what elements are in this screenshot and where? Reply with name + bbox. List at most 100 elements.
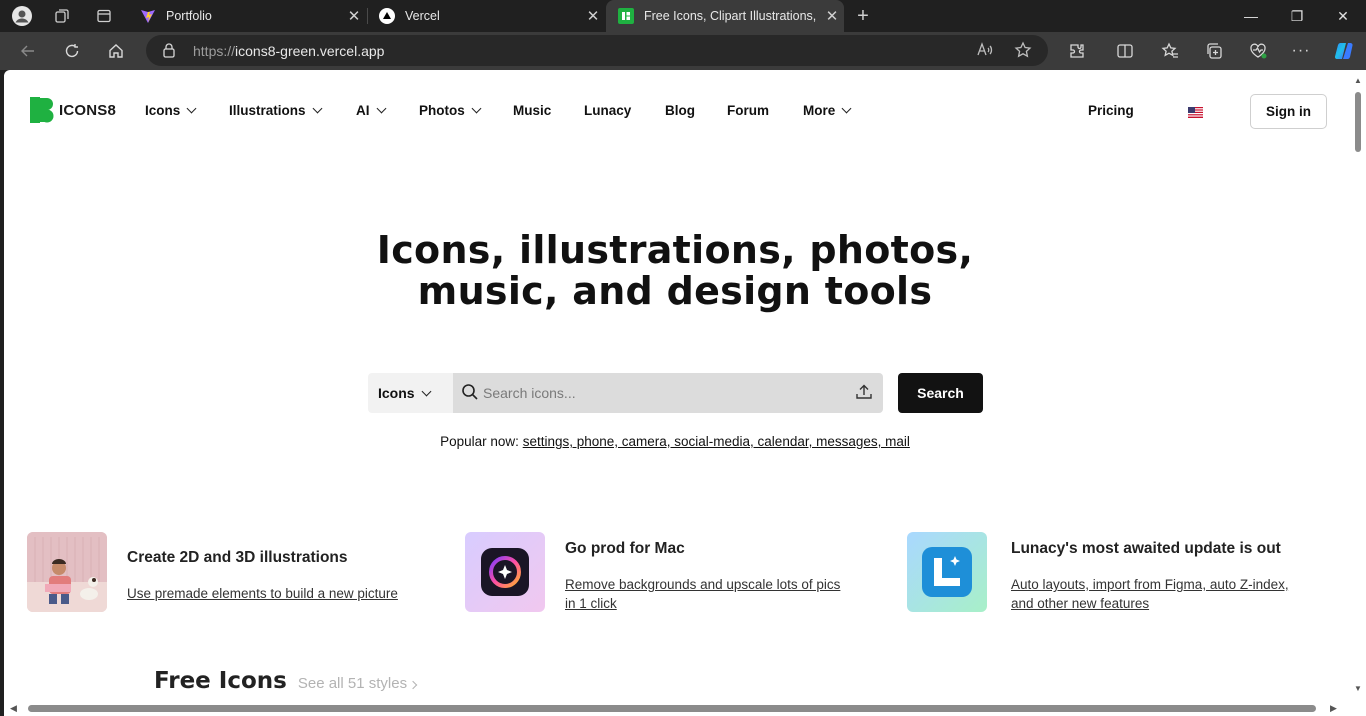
search-type-label: Icons <box>378 385 415 401</box>
mac-app-thumbnail <box>465 532 545 612</box>
horizontal-scroll-thumb[interactable] <box>28 705 1316 712</box>
free-icons-section-header: Free Icons See all 51 styles <box>154 668 418 694</box>
promo-link-line-2: and other new features <box>1011 596 1150 611</box>
hero-line-1: Icons, illustrations, photos, <box>376 228 974 272</box>
home-button[interactable] <box>100 36 132 66</box>
nav-photos[interactable]: Photos <box>419 103 482 118</box>
refresh-button[interactable] <box>56 36 88 66</box>
collections-icon[interactable] <box>1198 36 1230 66</box>
site-header: ICONS8 Icons Illustrations AI Photos Mus… <box>4 70 1366 152</box>
vertical-scrollbar[interactable]: ▲ ▼ <box>1350 70 1366 716</box>
lunacy-thumbnail <box>907 532 987 612</box>
nav-label: Icons <box>145 103 181 118</box>
tab-title: Portfolio <box>166 9 212 23</box>
vertical-tabs-icon[interactable] <box>90 4 118 28</box>
scroll-down-arrow-icon[interactable]: ▼ <box>1354 684 1362 693</box>
promo-title: Go prod for Mac <box>565 540 685 557</box>
address-bar[interactable]: https://icons8-green.vercel.app <box>146 35 1048 66</box>
close-window-button[interactable]: ✕ <box>1320 0 1366 32</box>
back-button[interactable] <box>12 36 44 66</box>
promo-card-illustrations[interactable]: Create 2D and 3D illustrations Use prema… <box>27 532 447 612</box>
logo-text: ICONS8 <box>59 101 117 119</box>
profile-avatar-icon[interactable] <box>8 4 36 28</box>
icons8-logo[interactable]: ICONS8 <box>30 97 116 123</box>
promo-link[interactable]: Auto layouts, import from Figma, auto Z-… <box>1011 575 1289 613</box>
search-bar: Icons Search <box>368 373 983 413</box>
promo-link-line-1: Remove backgrounds and upscale lots of p… <box>565 577 841 592</box>
favorite-star-icon[interactable] <box>1014 41 1032 64</box>
search-input[interactable] <box>483 383 843 403</box>
settings-more-icon[interactable]: ··· <box>1285 36 1317 66</box>
search-button[interactable]: Search <box>898 373 983 413</box>
free-icons-heading: Free Icons <box>154 668 287 694</box>
tab-portfolio[interactable]: Portfolio ✕ <box>128 0 366 32</box>
sign-in-button[interactable]: Sign in <box>1250 94 1327 129</box>
tab-icons8[interactable]: Free Icons, Clipart Illustrations, Photo… <box>606 0 844 32</box>
read-aloud-icon[interactable] <box>976 41 994 64</box>
browser-essentials-icon[interactable] <box>1242 36 1274 66</box>
chevron-down-icon <box>421 386 432 396</box>
tab-close-icon[interactable]: ✕ <box>342 7 366 25</box>
tab-close-icon[interactable]: ✕ <box>820 7 844 25</box>
upload-icon[interactable] <box>855 383 873 406</box>
split-screen-icon[interactable] <box>1109 36 1141 66</box>
promo-card-lunacy[interactable]: Lunacy's most awaited update is out Auto… <box>907 532 1337 612</box>
promo-link-line-2: in 1 click <box>565 596 617 611</box>
nav-icons[interactable]: Icons <box>145 103 197 118</box>
nav-lunacy[interactable]: Lunacy <box>584 103 631 118</box>
tab-title: Free Icons, Clipart Illustrations, Photo… <box>644 9 820 23</box>
chevron-down-icon <box>841 103 852 114</box>
nav-music[interactable]: Music <box>513 103 551 118</box>
hero-line-2: music, and design tools <box>417 269 933 313</box>
vercel-favicon-icon <box>379 8 395 24</box>
nav-more[interactable]: More <box>803 103 852 118</box>
extensions-icon[interactable] <box>1061 36 1093 66</box>
us-flag-icon[interactable] <box>1188 105 1203 118</box>
search-type-dropdown[interactable]: Icons <box>368 373 453 413</box>
nav-label: AI <box>356 103 370 118</box>
see-all-styles-link[interactable]: See all 51 styles <box>298 675 418 692</box>
promo-link[interactable]: Use premade elements to build a new pict… <box>127 584 398 603</box>
promo-card-mac[interactable]: Go prod for Mac Remove backgrounds and u… <box>465 532 895 612</box>
search-icon <box>461 383 479 406</box>
nav-label: Photos <box>419 103 465 118</box>
web-page: ICONS8 Icons Illustrations AI Photos Mus… <box>4 70 1366 716</box>
workspaces-icon[interactable] <box>48 4 76 28</box>
illustration-thumbnail <box>27 532 107 612</box>
tab-close-icon[interactable]: ✕ <box>581 7 605 25</box>
scroll-left-arrow-icon[interactable]: ◀ <box>10 703 17 714</box>
tab-vercel[interactable]: Vercel ✕ <box>367 0 605 32</box>
nav-blog[interactable]: Blog <box>665 103 695 118</box>
scroll-right-arrow-icon[interactable]: ▶ <box>1330 703 1337 714</box>
search-field <box>453 373 883 413</box>
promo-title: Create 2D and 3D illustrations <box>127 549 348 566</box>
horizontal-scrollbar[interactable]: ◀ ▶ <box>4 701 1350 716</box>
chevron-right-icon <box>408 680 418 690</box>
popular-links[interactable]: settings, phone, camera, social-media, c… <box>523 434 910 449</box>
url-text[interactable]: https://icons8-green.vercel.app <box>193 43 384 59</box>
new-tab-button[interactable]: + <box>849 4 877 28</box>
nav-forum[interactable]: Forum <box>727 103 769 118</box>
url-scheme: https:// <box>193 43 236 59</box>
chevron-down-icon <box>186 103 197 114</box>
restore-button[interactable]: ❐ <box>1274 0 1320 32</box>
promo-link-line-1: Auto layouts, import from Figma, auto Z-… <box>1011 577 1289 592</box>
copilot-icon[interactable] <box>1328 36 1360 66</box>
popular-label: Popular now: <box>440 434 519 449</box>
chevron-down-icon <box>376 103 386 114</box>
minimize-button[interactable]: — <box>1228 0 1274 32</box>
scroll-up-arrow-icon[interactable]: ▲ <box>1354 76 1362 85</box>
lock-icon[interactable] <box>162 42 176 63</box>
vertical-scroll-thumb[interactable] <box>1355 92 1361 152</box>
favorites-icon[interactable] <box>1154 36 1186 66</box>
nav-pricing[interactable]: Pricing <box>1088 103 1134 118</box>
browser-tab-bar: Portfolio ✕ Vercel ✕ Free Icons, Clipart… <box>0 0 1366 32</box>
nav-illustrations[interactable]: Illustrations <box>229 103 322 118</box>
nav-ai[interactable]: AI <box>356 103 386 118</box>
url-host: icons8-green.vercel.app <box>235 43 385 59</box>
promo-link[interactable]: Remove backgrounds and upscale lots of p… <box>565 575 840 613</box>
nav-label: Illustrations <box>229 103 306 118</box>
hero-heading: Icons, illustrations, photos, music, and… <box>4 230 1346 312</box>
popular-searches: Popular now: settings, phone, camera, so… <box>4 434 1346 449</box>
icons8-favicon-icon <box>618 8 634 24</box>
